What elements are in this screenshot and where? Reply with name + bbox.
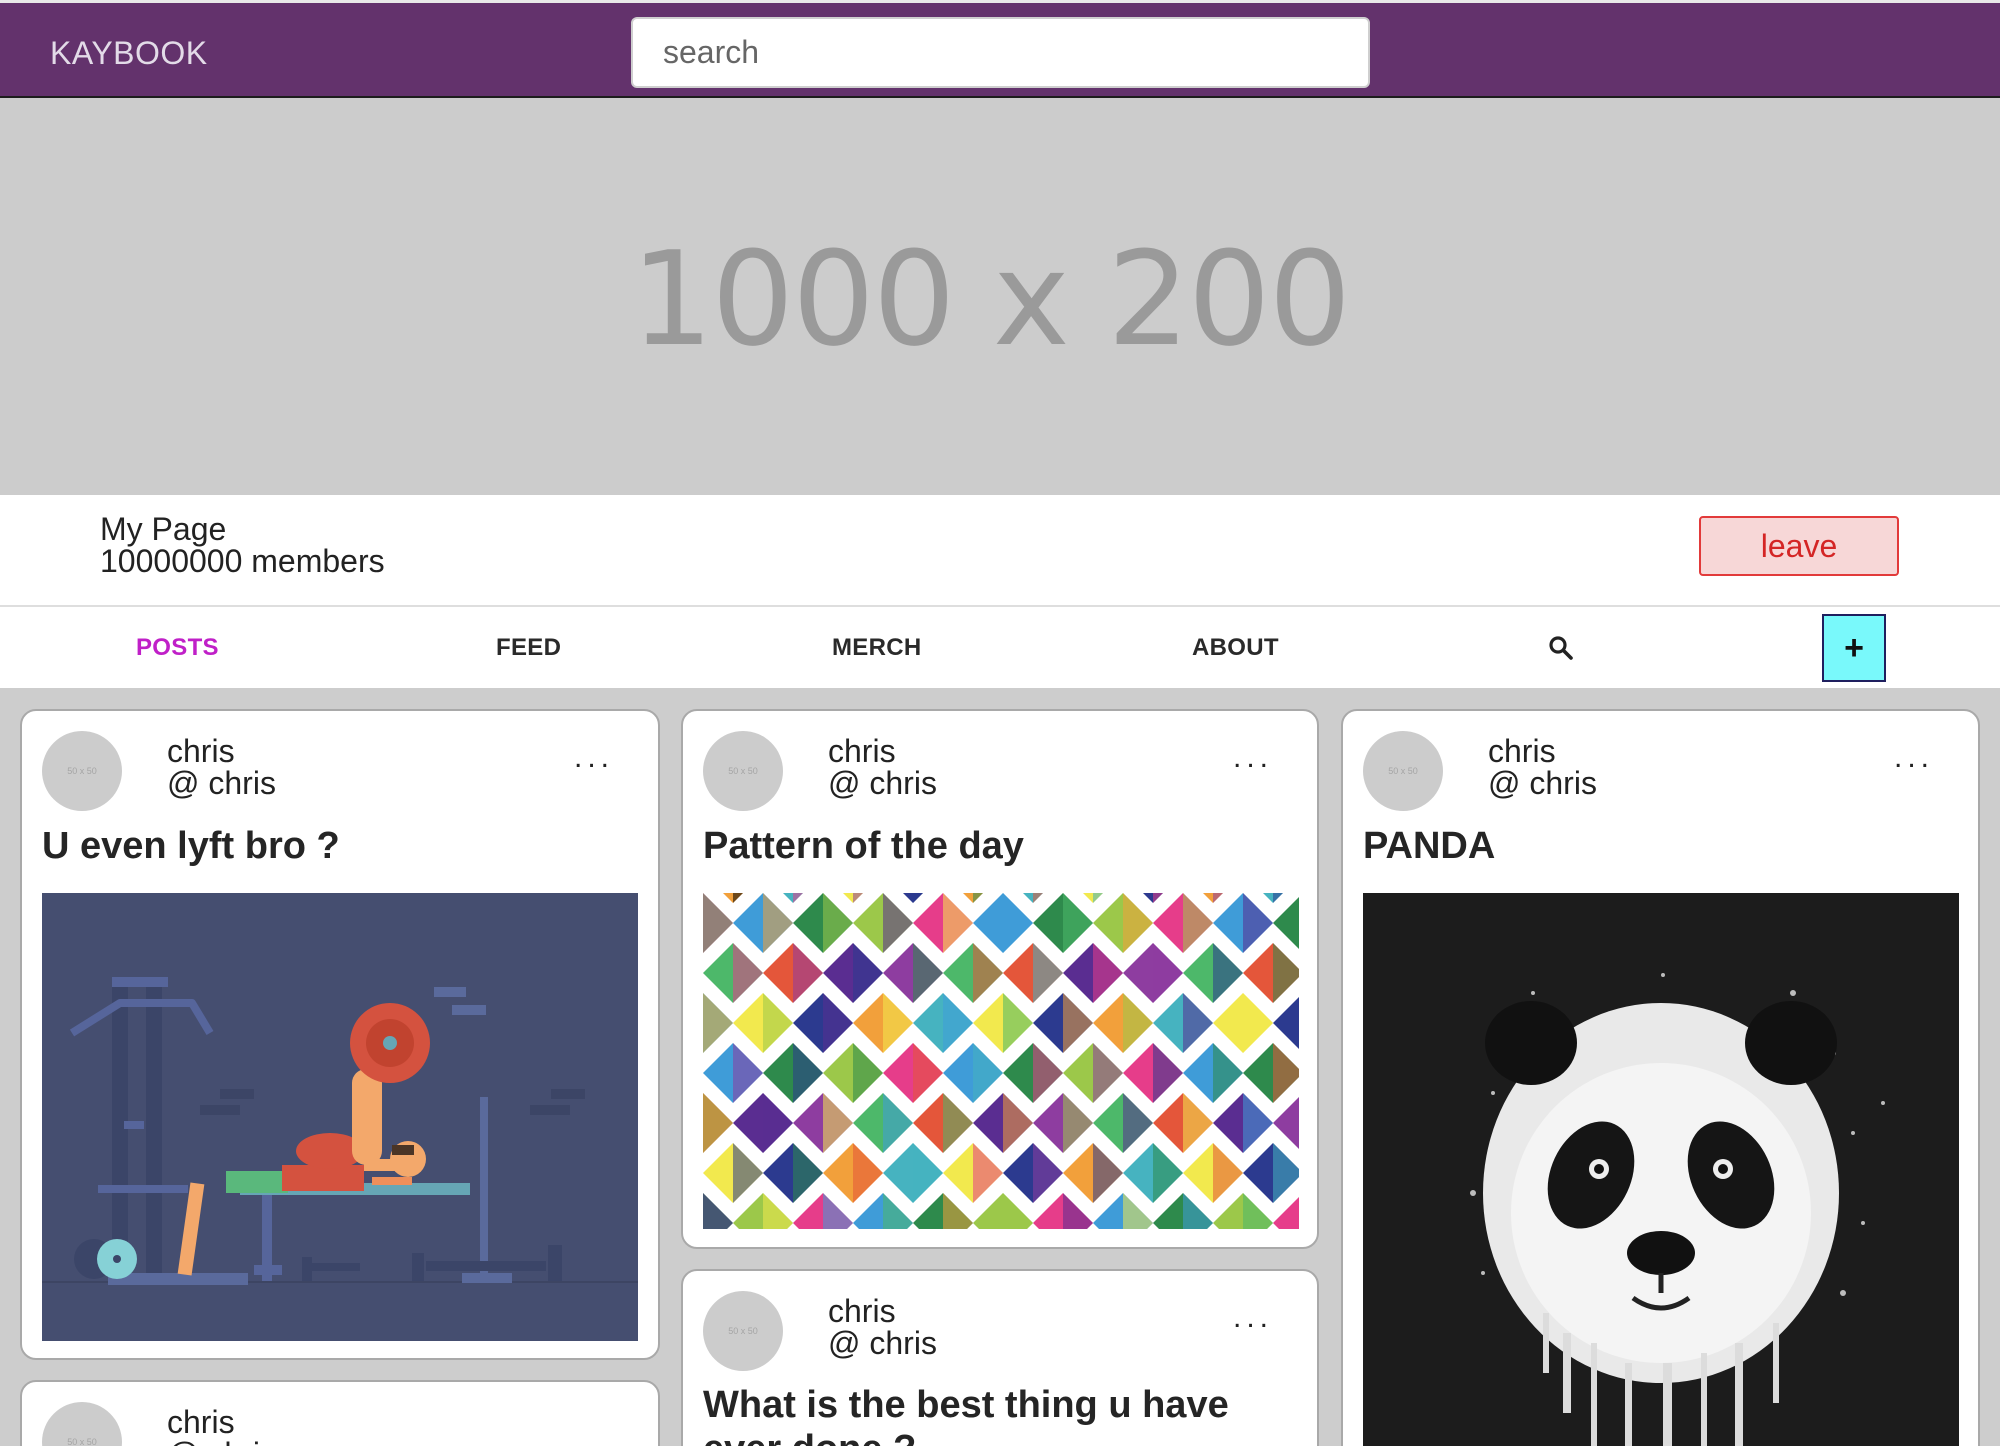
post-username[interactable]: chris: [828, 1295, 896, 1327]
post-title: U even lyft bro ?: [42, 825, 340, 867]
post-handle: @ chris: [1488, 765, 1597, 801]
post-image-gym[interactable]: [42, 893, 638, 1341]
post-handle: @ chris: [167, 765, 276, 801]
search-input[interactable]: [631, 17, 1370, 88]
tab-posts[interactable]: POSTS: [136, 634, 219, 662]
post-handle: @ chris: [167, 1438, 276, 1446]
brand-logo[interactable]: KAYBOOK: [50, 35, 208, 72]
post-username[interactable]: chris: [1488, 735, 1556, 767]
post-image-panda[interactable]: [1363, 893, 1959, 1446]
post-card: 50 x 50 chris @ chris ... Pattern of the…: [681, 709, 1319, 1249]
avatar[interactable]: 50 x 50: [42, 1402, 122, 1446]
top-bar: KAYBOOK: [0, 0, 2000, 98]
avatar[interactable]: 50 x 50: [703, 1291, 783, 1371]
tab-merch[interactable]: MERCH: [832, 634, 922, 662]
add-post-button[interactable]: +: [1822, 614, 1886, 682]
more-options-icon[interactable]: ...: [574, 741, 614, 775]
post-title: PANDA: [1363, 825, 1496, 867]
tab-bar: POSTS FEED MERCH ABOUT +: [0, 607, 2000, 688]
post-title: What is the best thing u have ever done …: [703, 1384, 1229, 1446]
leave-button[interactable]: leave: [1699, 516, 1899, 576]
more-options-icon[interactable]: ...: [1894, 741, 1934, 775]
page-title: My Page: [100, 511, 227, 547]
more-options-icon[interactable]: ...: [1233, 1301, 1273, 1335]
post-username[interactable]: chris: [167, 1406, 235, 1438]
search-icon[interactable]: [1548, 635, 1574, 661]
avatar[interactable]: 50 x 50: [1363, 731, 1443, 811]
tab-feed[interactable]: FEED: [496, 634, 561, 662]
post-image-pattern[interactable]: [703, 893, 1299, 1229]
more-options-icon[interactable]: ...: [1233, 741, 1273, 775]
avatar[interactable]: 50 x 50: [42, 731, 122, 811]
post-card: 50 x 50 chris @ chris: [20, 1380, 660, 1446]
post-card: 50 x 50 chris @ chris ... What is the be…: [681, 1269, 1319, 1446]
member-count: 10000000 members: [100, 543, 385, 579]
post-username[interactable]: chris: [167, 735, 235, 767]
post-card: 50 x 50 chris @ chris ... U even lyft br…: [20, 709, 660, 1360]
cover-banner: 1000 x 200: [0, 98, 2000, 495]
post-title: Pattern of the day: [703, 825, 1024, 867]
tab-about[interactable]: ABOUT: [1192, 634, 1279, 662]
avatar[interactable]: 50 x 50: [703, 731, 783, 811]
banner-placeholder-text: 1000 x 200: [630, 222, 1352, 375]
post-username[interactable]: chris: [828, 735, 896, 767]
post-handle: @ chris: [828, 1325, 937, 1361]
post-handle: @ chris: [828, 765, 937, 801]
group-info-bar: My Page 10000000 members leave: [0, 495, 2000, 607]
post-card: 50 x 50 chris @ chris ... PANDA: [1341, 709, 1980, 1446]
